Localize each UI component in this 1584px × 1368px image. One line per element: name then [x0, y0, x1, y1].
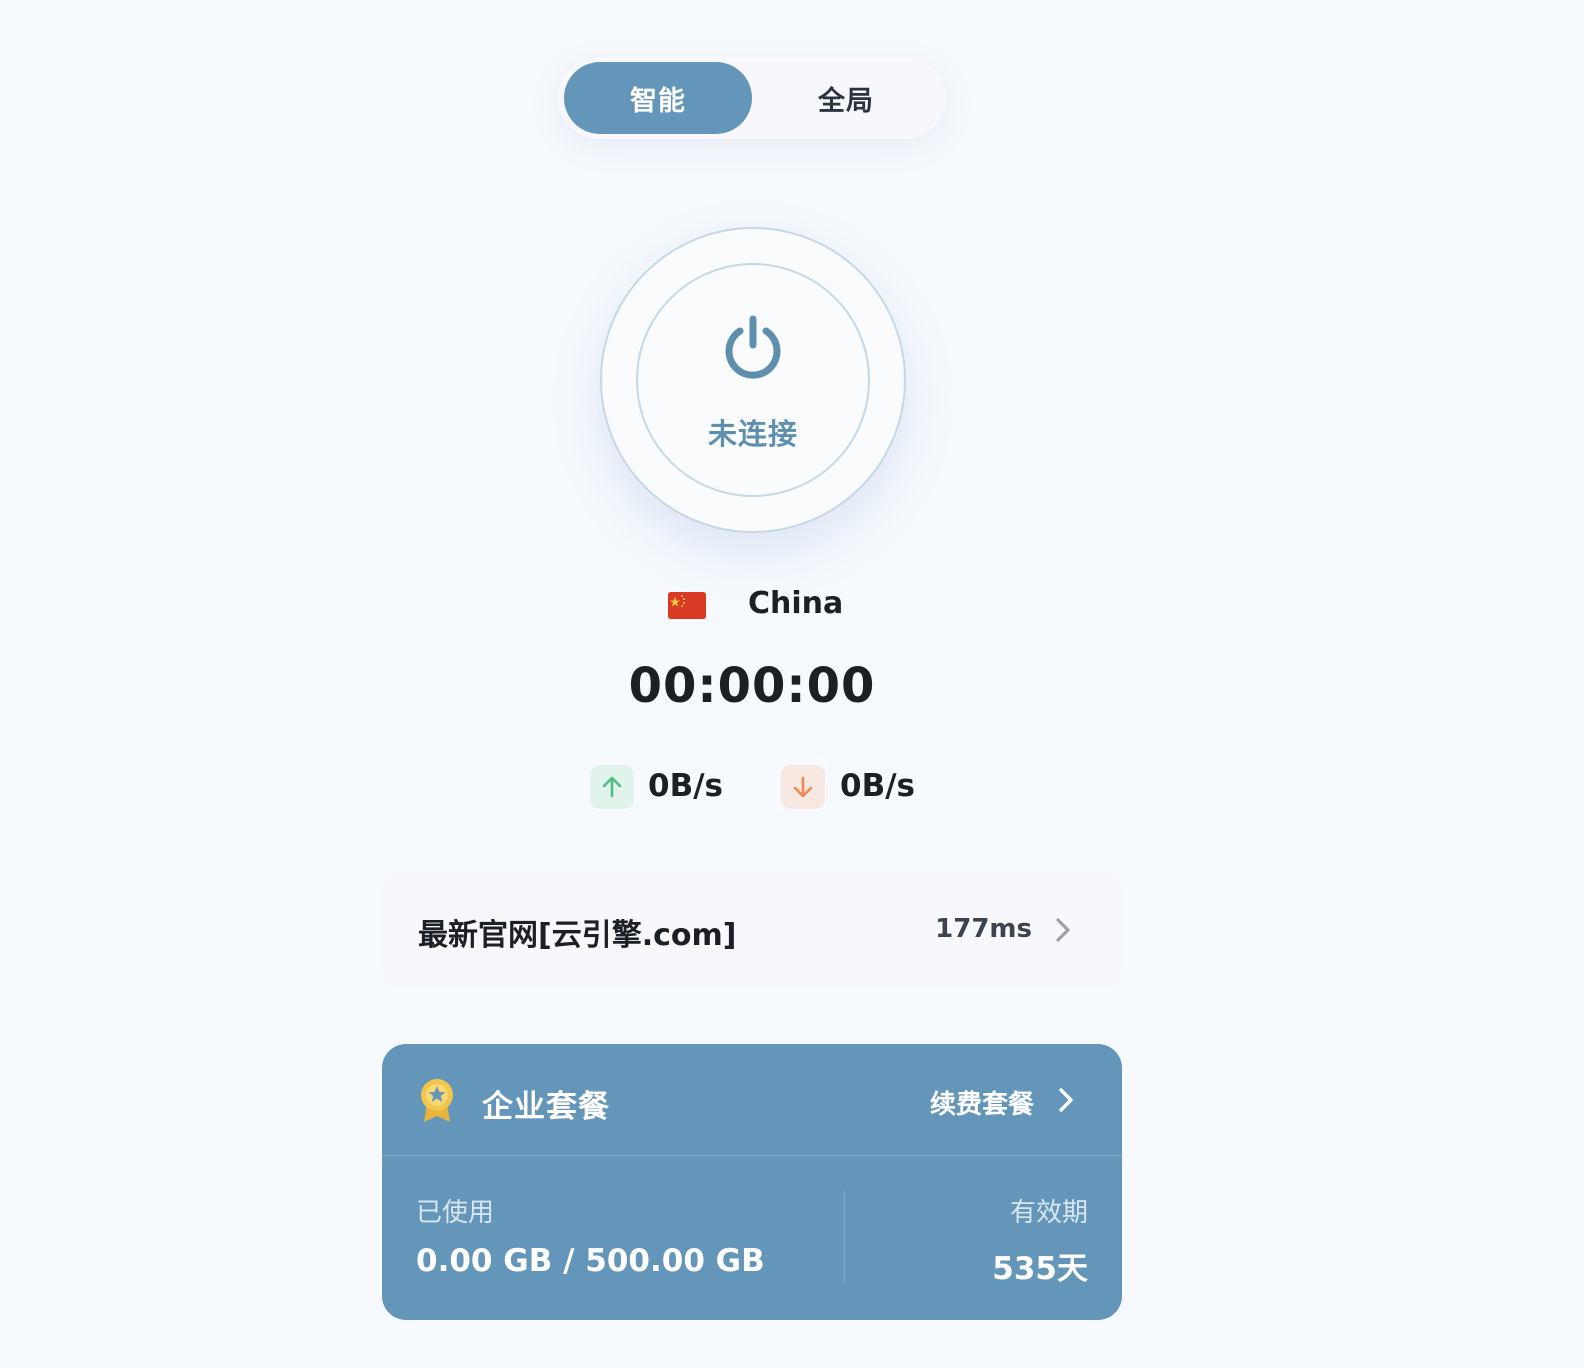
mode-toggle: 智能 全局: [558, 57, 946, 139]
global-mode-button[interactable]: 全局: [752, 62, 940, 134]
upload-speed: 0B/s: [648, 768, 723, 804]
chevron-right-icon: [1056, 918, 1070, 942]
medal-icon: [421, 1079, 453, 1122]
power-icon: [725, 315, 781, 379]
smart-mode-button[interactable]: 智能: [564, 62, 752, 134]
connect-button-inner[interactable]: 未连接: [636, 263, 870, 497]
china-flag-icon: [668, 592, 706, 619]
used-value: 0.00 GB / 500.00 GB: [416, 1243, 765, 1279]
plan-name: 企业套餐: [482, 1089, 610, 1125]
chevron-right-icon[interactable]: [1056, 1086, 1076, 1114]
connect-button[interactable]: 未连接: [600, 227, 906, 533]
server-ping: 177ms: [935, 914, 1032, 944]
upload-icon: [590, 765, 634, 809]
download-icon: [781, 765, 825, 809]
plan-card: 企业套餐 续费套餐 已使用 0.00 GB / 500.00 GB 有效期 53…: [382, 1044, 1122, 1320]
used-label: 已使用: [416, 1198, 495, 1228]
stats-divider: [844, 1190, 845, 1284]
connection-timer: 00:00:00: [628, 658, 876, 714]
country-name[interactable]: China: [748, 586, 843, 621]
download-speed: 0B/s: [840, 768, 915, 804]
renew-plan-link[interactable]: 续费套餐: [930, 1084, 1034, 1121]
expiry-value: 535天: [992, 1251, 1088, 1287]
expiry-label: 有效期: [1009, 1198, 1088, 1228]
plan-header: 企业套餐 续费套餐: [382, 1044, 1122, 1156]
server-name: 最新官网[云引擎.com]: [418, 918, 737, 953]
connection-status: 未连接: [707, 417, 798, 451]
server-selector[interactable]: 最新官网[云引擎.com] 177ms: [382, 872, 1122, 988]
